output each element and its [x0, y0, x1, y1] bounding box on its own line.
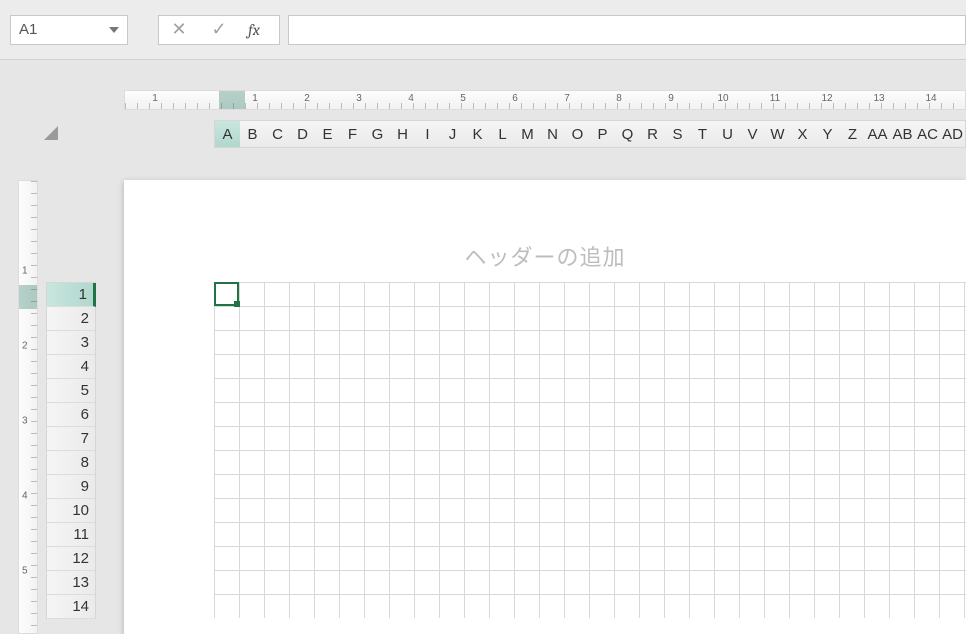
row-header-3[interactable]: 3: [47, 331, 96, 355]
h-ruler-number: 7: [564, 93, 570, 104]
vertical-ruler[interactable]: 123456: [18, 180, 38, 634]
name-box[interactable]: A1: [10, 15, 128, 45]
column-header-J[interactable]: J: [440, 121, 465, 147]
column-header-F[interactable]: F: [340, 121, 365, 147]
h-ruler-number: 14: [925, 93, 936, 104]
h-ruler-number: 8: [616, 93, 622, 104]
row-header-8[interactable]: 8: [47, 451, 96, 475]
row-header-4[interactable]: 4: [47, 355, 96, 379]
name-box-value: A1: [19, 21, 109, 38]
active-cell[interactable]: [214, 282, 239, 306]
column-header-O[interactable]: O: [565, 121, 590, 147]
row-header-9[interactable]: 9: [47, 475, 96, 499]
formula-buttons: ✕ ✓ fx: [158, 15, 280, 45]
formula-bar: A1 ✕ ✓ fx: [0, 0, 966, 60]
v-ruler-number: 5: [22, 566, 28, 577]
column-header-G[interactable]: G: [365, 121, 390, 147]
v-ruler-number: 2: [22, 341, 28, 352]
enter-formula-button[interactable]: ✓: [199, 19, 239, 40]
row-header-6[interactable]: 6: [47, 403, 96, 427]
row-header-5[interactable]: 5: [47, 379, 96, 403]
h-ruler-number: 1: [152, 93, 158, 104]
column-header-U[interactable]: U: [715, 121, 740, 147]
h-ruler-number: 4: [408, 93, 414, 104]
h-ruler-number: 1: [252, 93, 258, 104]
row-header-13[interactable]: 13: [47, 571, 96, 595]
h-ruler-number: 3: [356, 93, 362, 104]
column-header-D[interactable]: D: [290, 121, 315, 147]
v-ruler-number: 4: [22, 491, 28, 502]
cell-grid[interactable]: [214, 282, 966, 618]
column-header-B[interactable]: B: [240, 121, 265, 147]
column-header-S[interactable]: S: [665, 121, 690, 147]
column-header-AA[interactable]: AA: [865, 121, 890, 147]
chevron-down-icon[interactable]: [109, 27, 119, 33]
row-header-column[interactable]: 1234567891011121314: [46, 282, 96, 619]
column-header-H[interactable]: H: [390, 121, 415, 147]
column-header-Y[interactable]: Y: [815, 121, 840, 147]
h-ruler-number: 9: [668, 93, 674, 104]
column-header-K[interactable]: K: [465, 121, 490, 147]
row-header-7[interactable]: 7: [47, 427, 96, 451]
h-ruler-number: 2: [304, 93, 310, 104]
insert-function-button[interactable]: fx: [239, 21, 279, 39]
page: ヘッダーの追加: [124, 180, 966, 634]
row-header-12[interactable]: 12: [47, 547, 96, 571]
h-ruler-number: 13: [873, 93, 884, 104]
header-placeholder[interactable]: ヘッダーの追加: [124, 240, 966, 272]
select-all-triangle[interactable]: [38, 120, 58, 140]
column-header-AB[interactable]: AB: [890, 121, 915, 147]
cancel-formula-button[interactable]: ✕: [159, 19, 199, 40]
column-header-M[interactable]: M: [515, 121, 540, 147]
column-header-R[interactable]: R: [640, 121, 665, 147]
column-header-Z[interactable]: Z: [840, 121, 865, 147]
column-header-AC[interactable]: AC: [915, 121, 940, 147]
column-header-A[interactable]: A: [215, 121, 240, 147]
h-ruler-number: 5: [460, 93, 466, 104]
row-header-10[interactable]: 10: [47, 499, 96, 523]
row-header-14[interactable]: 14: [47, 595, 96, 619]
h-ruler-number: 10: [717, 93, 728, 104]
column-header-V[interactable]: V: [740, 121, 765, 147]
column-header-L[interactable]: L: [490, 121, 515, 147]
h-ruler-number: 6: [512, 93, 518, 104]
column-header-AD[interactable]: AD: [940, 121, 965, 147]
column-header-N[interactable]: N: [540, 121, 565, 147]
column-header-I[interactable]: I: [415, 121, 440, 147]
column-header-P[interactable]: P: [590, 121, 615, 147]
row-header-11[interactable]: 11: [47, 523, 96, 547]
horizontal-ruler[interactable]: 1123456789101112131415: [124, 90, 966, 110]
column-header-E[interactable]: E: [315, 121, 340, 147]
h-ruler-number: 11: [770, 93, 780, 104]
column-header-T[interactable]: T: [690, 121, 715, 147]
v-ruler-indent-highlight: [19, 285, 37, 309]
column-header-W[interactable]: W: [765, 121, 790, 147]
column-header-row[interactable]: ABCDEFGHIJKLMNOPQRSTUVWXYZAAABACAD: [214, 120, 966, 148]
v-ruler-number: 3: [22, 416, 28, 427]
v-ruler-number: 1: [22, 266, 28, 277]
h-ruler-indent-highlight: [219, 91, 245, 109]
formula-input[interactable]: [288, 15, 966, 45]
row-header-2[interactable]: 2: [47, 307, 96, 331]
h-ruler-number: 12: [821, 93, 832, 104]
row-header-1[interactable]: 1: [47, 283, 96, 307]
column-header-X[interactable]: X: [790, 121, 815, 147]
worksheet-area: 1123456789101112131415 ABCDEFGHIJKLMNOPQ…: [0, 60, 966, 634]
column-header-C[interactable]: C: [265, 121, 290, 147]
column-header-Q[interactable]: Q: [615, 121, 640, 147]
